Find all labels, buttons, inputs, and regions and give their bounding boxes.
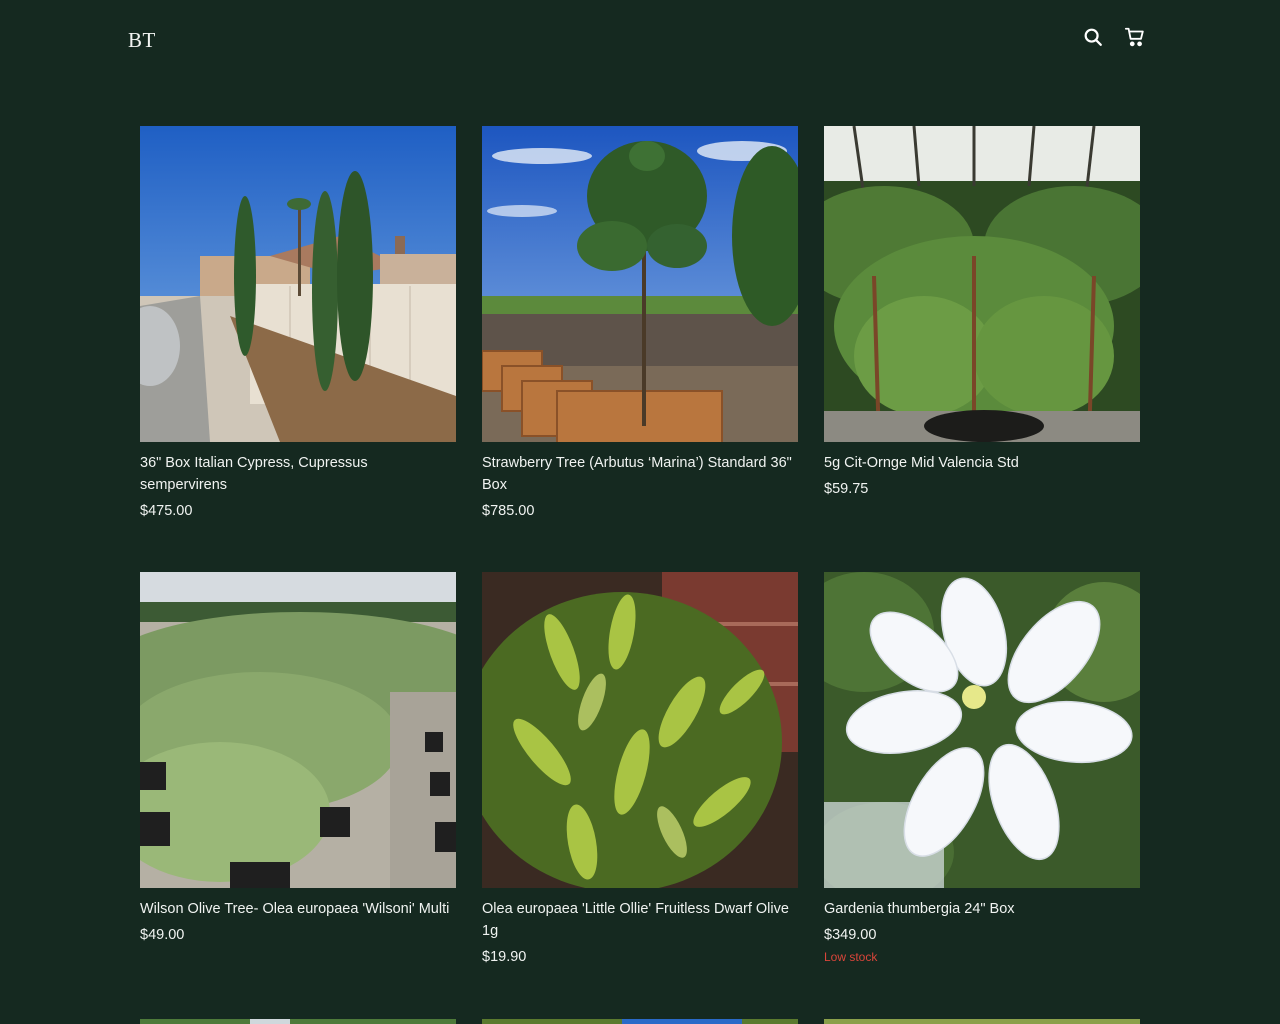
product-card[interactable] bbox=[140, 1019, 456, 1024]
product-title[interactable]: Gardenia thumbergia 24" Box bbox=[824, 898, 1140, 920]
product-image[interactable] bbox=[482, 126, 798, 442]
low-stock-badge: Low stock bbox=[824, 950, 878, 964]
site-logo[interactable]: BT bbox=[128, 28, 156, 53]
product-image[interactable] bbox=[824, 126, 1140, 442]
product-price: $19.90 bbox=[482, 949, 527, 965]
product-card[interactable]: Olea europaea 'Little Ollie' Fruitless D… bbox=[482, 572, 798, 968]
product-title[interactable]: Olea europaea 'Little Ollie' Fruitless D… bbox=[482, 898, 798, 942]
search-icon[interactable] bbox=[1082, 26, 1104, 48]
product-price: $475.00 bbox=[140, 503, 193, 519]
product-card[interactable]: Strawberry Tree (Arbutus ‘Marina’) Stand… bbox=[482, 126, 798, 522]
product-title[interactable]: Wilson Olive Tree- Olea europaea 'Wilson… bbox=[140, 898, 456, 920]
product-card[interactable] bbox=[824, 1019, 1140, 1024]
site-header: BT bbox=[0, 0, 1280, 80]
product-card[interactable]: Wilson Olive Tree- Olea europaea 'Wilson… bbox=[140, 572, 456, 946]
cart-icon[interactable] bbox=[1124, 26, 1146, 48]
product-title[interactable]: 36" Box Italian Cypress, Cupressus sempe… bbox=[140, 452, 456, 496]
product-title[interactable]: 5g Cit-Ornge Mid Valencia Std bbox=[824, 452, 1140, 474]
product-image[interactable] bbox=[824, 572, 1140, 888]
product-image[interactable] bbox=[824, 1019, 1140, 1024]
product-card[interactable]: 36" Box Italian Cypress, Cupressus sempe… bbox=[140, 126, 456, 522]
product-title[interactable]: Strawberry Tree (Arbutus ‘Marina’) Stand… bbox=[482, 452, 798, 496]
product-price: $349.00 bbox=[824, 927, 877, 943]
product-image[interactable] bbox=[140, 1019, 456, 1024]
product-price: $785.00 bbox=[482, 503, 535, 519]
product-card[interactable]: 5g Cit-Ornge Mid Valencia Std $59.75 bbox=[824, 126, 1140, 500]
product-image[interactable] bbox=[482, 1019, 798, 1024]
product-card[interactable] bbox=[482, 1019, 798, 1024]
product-image[interactable] bbox=[482, 572, 798, 888]
product-card[interactable]: Gardenia thumbergia 24" Box $349.00 Low … bbox=[824, 572, 1140, 966]
product-price: $59.75 bbox=[824, 481, 869, 497]
product-image[interactable] bbox=[140, 126, 456, 442]
product-price: $49.00 bbox=[140, 927, 185, 943]
product-image[interactable] bbox=[140, 572, 456, 888]
